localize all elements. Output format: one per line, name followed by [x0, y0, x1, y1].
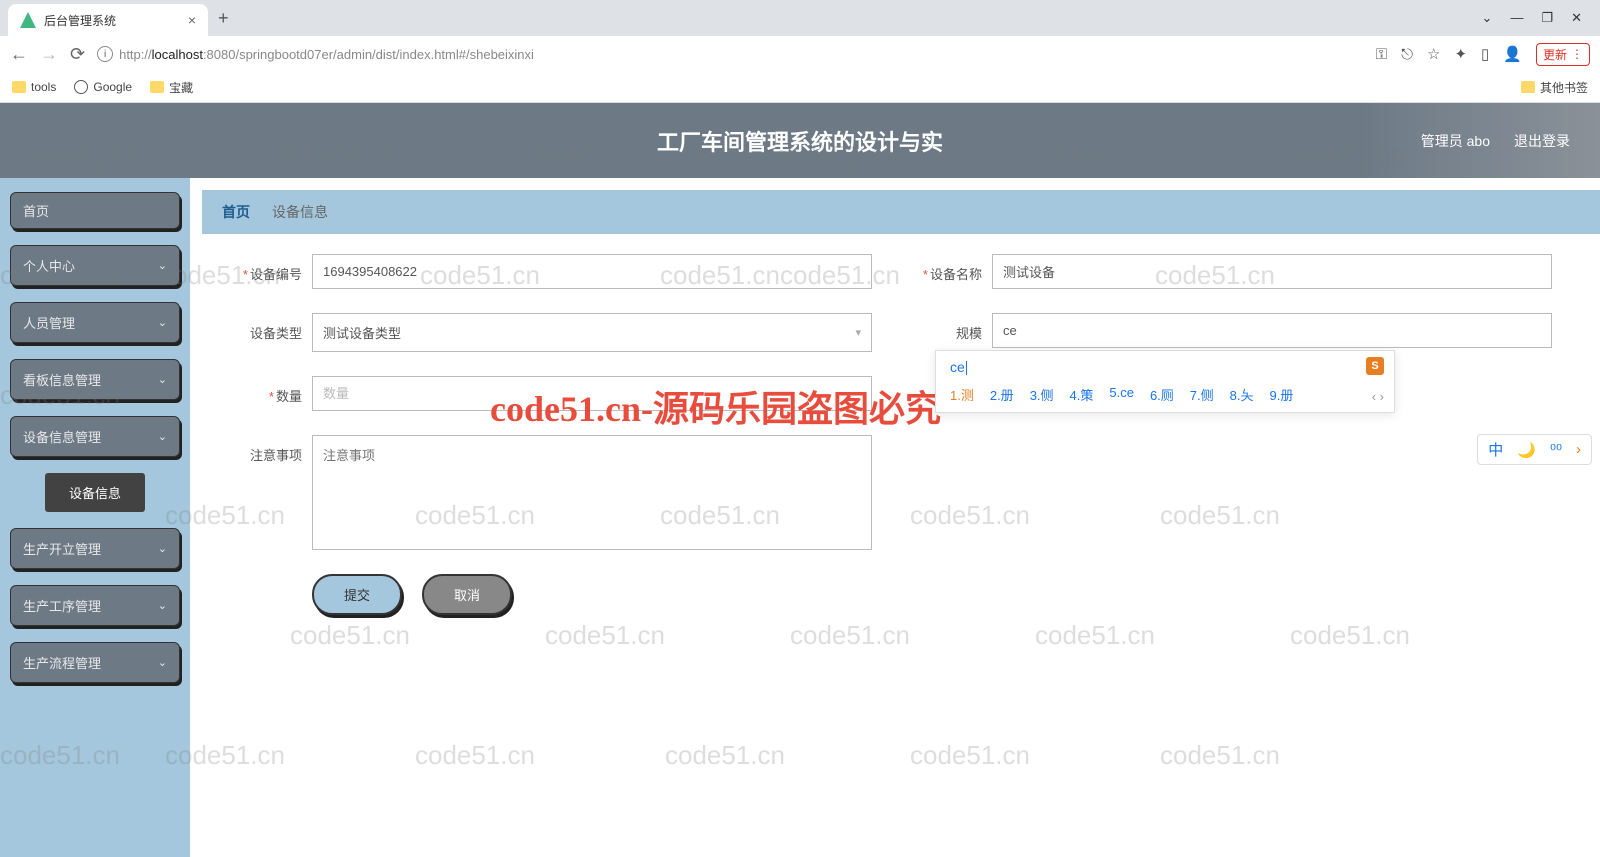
field-device-no: *设备编号	[222, 254, 872, 289]
chevron-down-icon: ⌄	[158, 430, 167, 443]
chevron-down-icon: ⌄	[158, 316, 167, 329]
extension-icon[interactable]: ✦	[1454, 45, 1467, 63]
chevron-down-icon: ▾	[855, 326, 861, 339]
minimize-icon[interactable]: —	[1510, 10, 1523, 26]
sidebar-item-prod-process[interactable]: 生产工序管理⌄	[10, 585, 180, 626]
sidebar-item-prod-open[interactable]: 生产开立管理⌄	[10, 528, 180, 569]
sidebar-home[interactable]: 首页	[10, 192, 180, 229]
submit-button[interactable]: 提交	[312, 574, 402, 615]
sidebar-item-prod-flow[interactable]: 生产流程管理⌄	[10, 642, 180, 683]
ime-candidate[interactable]: 9.册	[1269, 385, 1293, 404]
vue-icon	[20, 12, 36, 28]
chevron-down-icon[interactable]: ⌄	[1482, 10, 1493, 26]
sidebar-sub-device-info[interactable]: 设备信息	[45, 473, 145, 512]
content: 首页 设备信息 *设备编号 *设备名称 设备类型 测试设备类型	[190, 178, 1600, 857]
ime-candidate[interactable]: 1.测	[950, 385, 974, 404]
sidebar-item-kanban[interactable]: 看板信息管理⌄	[10, 359, 180, 400]
reload-button[interactable]: ⟳	[70, 44, 85, 65]
device-type-select[interactable]: 测试设备类型 ▾	[312, 313, 872, 352]
bookmark-bar: tools Google 宝藏 其他书签	[0, 72, 1600, 102]
sidebar-item-profile[interactable]: 个人中心⌄	[10, 245, 180, 286]
bookmark-google[interactable]: Google	[74, 80, 132, 94]
form: *设备编号 *设备名称 设备类型 测试设备类型 ▾ 规模	[202, 254, 1600, 615]
app-header: 工厂车间管理系统的设计与实 管理员 abo 退出登录	[0, 103, 1600, 178]
device-name-input[interactable]	[992, 254, 1552, 289]
bookmark-treasure[interactable]: 宝藏	[150, 79, 193, 96]
bookmark-other[interactable]: 其他书签	[1521, 79, 1588, 96]
field-device-type: 设备类型 测试设备类型 ▾	[222, 313, 872, 352]
ime-nav[interactable]: ‹ ›	[1372, 389, 1384, 404]
field-notes: 注意事项	[222, 435, 872, 550]
browser-tab[interactable]: 后台管理系统 ×	[8, 4, 208, 36]
cancel-button[interactable]: 取消	[422, 574, 512, 615]
ime-candidate[interactable]: 8.夨	[1230, 385, 1254, 404]
ime-candidate[interactable]: 2.册	[990, 385, 1014, 404]
field-qty: *数量	[222, 376, 872, 411]
ime-status-bar[interactable]: 中 🌙 ⁰⁰ ›	[1477, 434, 1592, 465]
update-badge[interactable]: 更新⋮	[1536, 43, 1590, 66]
chevron-down-icon: ⌄	[158, 542, 167, 555]
forward-button[interactable]: →	[40, 44, 58, 65]
tab-title: 后台管理系统	[44, 12, 180, 29]
new-tab-button[interactable]: +	[208, 8, 239, 29]
app-title: 工厂车间管理系统的设计与实	[657, 125, 943, 157]
address-bar: ← → ⟳ i http://localhost:8080/springboot…	[0, 36, 1600, 72]
field-scale: 规模	[902, 313, 1552, 352]
field-device-name: *设备名称	[902, 254, 1552, 289]
chevron-down-icon: ⌄	[158, 373, 167, 386]
crumb-current[interactable]: 设备信息	[272, 202, 328, 222]
scale-input[interactable]	[992, 313, 1552, 348]
header-right: 管理员 abo 退出登录	[1421, 131, 1600, 151]
key-icon[interactable]: ⚿	[1376, 46, 1387, 63]
notes-textarea[interactable]	[312, 435, 872, 550]
ime-candidate[interactable]: 7.侧	[1190, 385, 1214, 404]
close-window-icon[interactable]: ✕	[1571, 10, 1582, 26]
back-button[interactable]: ←	[10, 44, 28, 65]
panel-icon[interactable]: ▯	[1481, 45, 1489, 63]
ime-candidate[interactable]: 4.策	[1070, 385, 1094, 404]
chevron-down-icon: ⌄	[158, 259, 167, 272]
profile-icon[interactable]: 👤	[1503, 45, 1522, 63]
crumb-home[interactable]: 首页	[222, 202, 250, 222]
close-icon[interactable]: ×	[188, 12, 196, 28]
sidebar: 首页 个人中心⌄ 人员管理⌄ 看板信息管理⌄ 设备信息管理⌄ 设备信息 生产开立…	[0, 178, 190, 857]
info-icon[interactable]: i	[97, 46, 113, 62]
bookmark-tools[interactable]: tools	[12, 80, 56, 94]
ime-candidate[interactable]: 5.ce	[1109, 385, 1134, 404]
app-body: 首页 个人中心⌄ 人员管理⌄ 看板信息管理⌄ 设备信息管理⌄ 设备信息 生产开立…	[0, 178, 1600, 857]
ime-candidate[interactable]: 6.厕	[1150, 385, 1174, 404]
chevron-down-icon: ⌄	[158, 599, 167, 612]
share-icon[interactable]: ⎋	[1401, 46, 1413, 63]
user-label[interactable]: 管理员 abo	[1421, 131, 1490, 151]
maximize-icon[interactable]: ❐	[1541, 10, 1553, 26]
url-box[interactable]: i http://localhost:8080/springbootd07er/…	[97, 46, 1364, 62]
chevron-down-icon: ⌄	[158, 656, 167, 669]
ime-typing: ce	[950, 359, 1380, 375]
sidebar-item-device[interactable]: 设备信息管理⌄	[10, 416, 180, 457]
ime-candidates: 1.测 2.册 3.侧 4.策 5.ce 6.厕 7.侧 8.夨 9.册	[950, 385, 1380, 404]
logout-link[interactable]: 退出登录	[1514, 131, 1570, 151]
star-icon[interactable]: ☆	[1427, 45, 1440, 63]
breadcrumb: 首页 设备信息	[202, 190, 1600, 234]
qty-input[interactable]	[312, 376, 872, 411]
tab-bar: 后台管理系统 × + ⌄ — ❐ ✕	[0, 0, 1600, 36]
window-controls: ⌄ — ❐ ✕	[1482, 10, 1600, 26]
browser-chrome: 后台管理系统 × + ⌄ — ❐ ✕ ← → ⟳ i http://localh…	[0, 0, 1600, 103]
device-no-input[interactable]	[312, 254, 872, 289]
sidebar-item-staff[interactable]: 人员管理⌄	[10, 302, 180, 343]
ime-popup: S ce 1.测 2.册 3.侧 4.策 5.ce 6.厕 7.侧 8.夨 9.…	[935, 350, 1395, 413]
sogou-icon: S	[1366, 357, 1384, 375]
ime-candidate[interactable]: 3.侧	[1030, 385, 1054, 404]
addr-bar-right: ⚿ ⎋ ☆ ✦ ▯ 👤 更新⋮	[1376, 43, 1590, 66]
